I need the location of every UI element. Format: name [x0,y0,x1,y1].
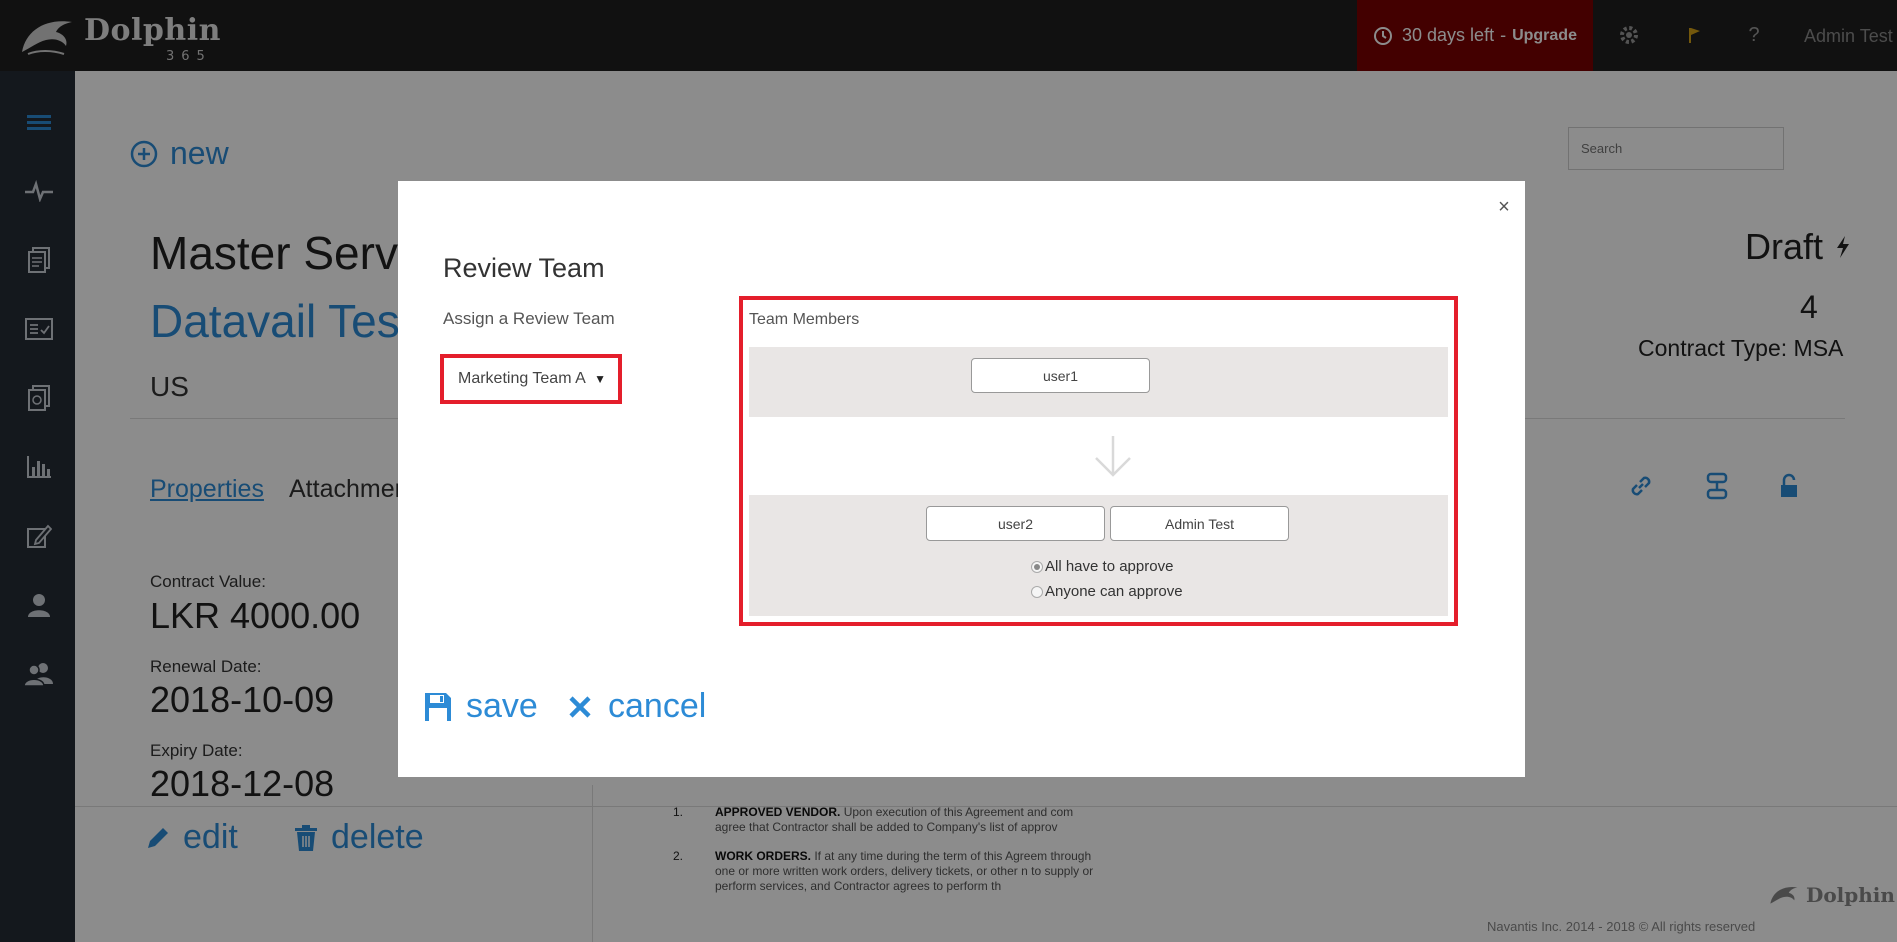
selected-team: Marketing Team A [458,370,586,387]
radio-label: All have to approve [1045,558,1174,575]
team-members-panel: Team Members user1 user2 Admin Test All … [739,296,1458,626]
save-button[interactable]: save [424,687,538,726]
cancel-label: cancel [608,687,707,725]
team-members-label: Team Members [749,311,860,328]
arrow-down-icon [1095,436,1131,477]
all-approve-option[interactable]: All have to approve [1031,558,1173,575]
review-team-select[interactable]: Marketing Team A ▼ [440,354,622,404]
radio-button[interactable] [1031,585,1043,598]
any-approve-option[interactable]: Anyone can approve [1031,583,1183,600]
review-team-dialog: × Review Team Assign a Review Team Marke… [398,181,1525,777]
approval-stage: user2 Admin Test All have to approve Any… [749,495,1448,616]
member-chip[interactable]: user1 [971,358,1150,393]
assign-team-label: Assign a Review Team [443,309,615,328]
close-icon[interactable]: × [1494,197,1514,217]
cancel-button[interactable]: cancel [568,687,706,726]
radio-label: Anyone can approve [1045,583,1183,600]
approval-stage: user1 [749,347,1448,417]
floppy-icon [425,692,451,721]
caret-down-icon: ▼ [594,372,606,386]
close-icon [569,695,591,718]
member-chip[interactable]: user2 [926,506,1105,541]
member-chip[interactable]: Admin Test [1110,506,1289,541]
radio-button[interactable] [1031,560,1043,573]
dialog-title: Review Team [443,253,605,283]
save-label: save [466,687,538,725]
